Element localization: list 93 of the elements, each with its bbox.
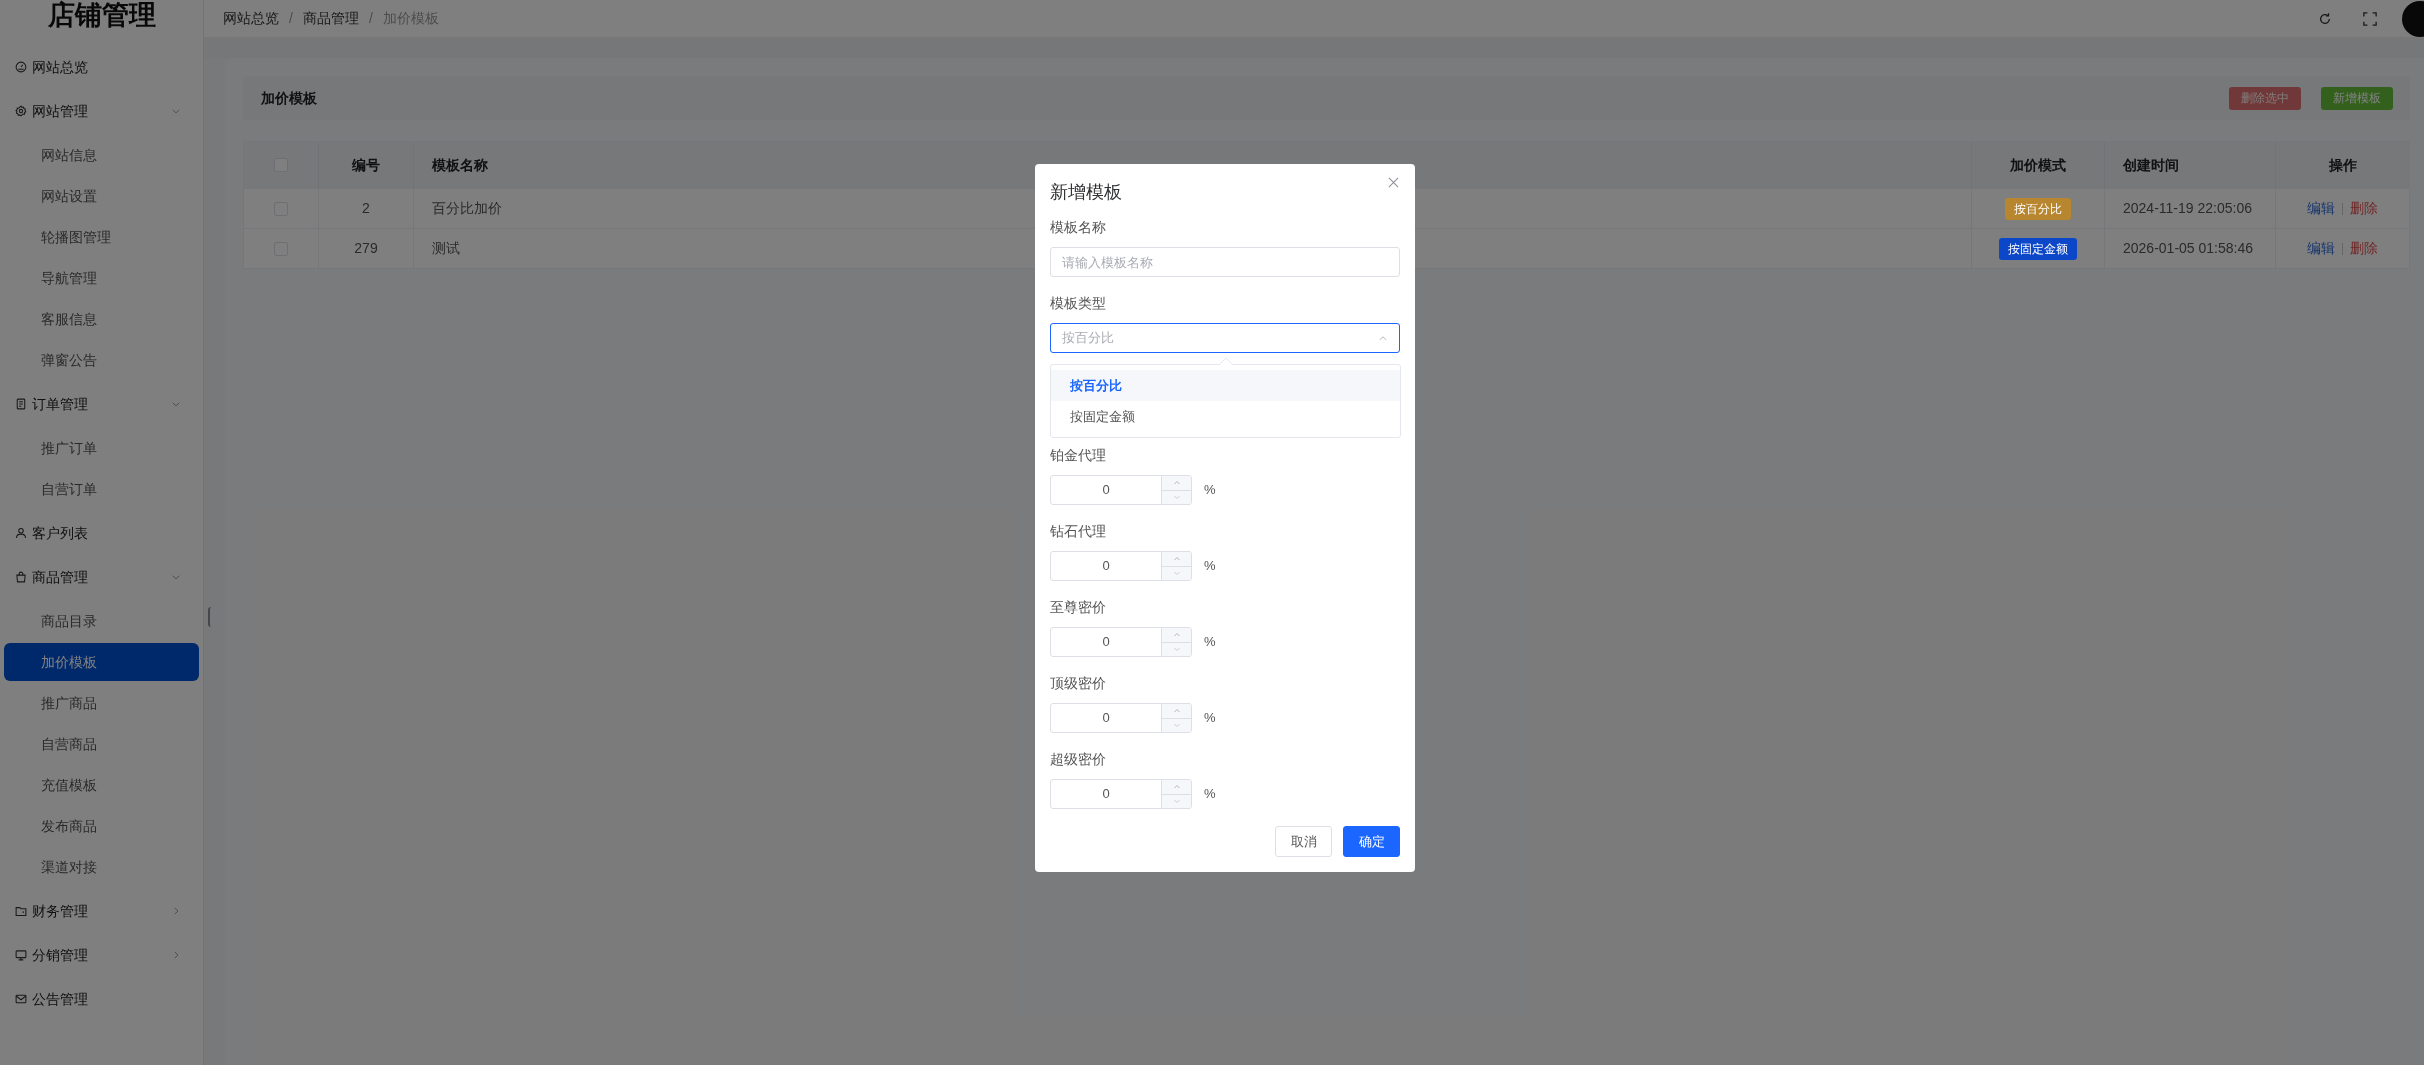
column-header: 模板名称 — [432, 155, 488, 175]
field-label: 超级密价 — [1050, 750, 1106, 768]
shopping-bag-icon — [15, 571, 27, 583]
menu-item[interactable]: 分销管理 — [4, 933, 199, 977]
submenu-item[interactable]: 充值模板 — [4, 766, 199, 804]
breadcrumb-separator: / — [368, 9, 373, 28]
table-cell-text: 2026-01-05 01:58:46 — [2123, 239, 2253, 258]
increment-icon — [1172, 554, 1181, 563]
submenu-item[interactable]: 网站信息 — [4, 136, 199, 174]
number-input[interactable]: 0 — [1050, 475, 1192, 505]
column-header: 操作 — [2328, 155, 2357, 175]
chevron-icon — [1378, 333, 1388, 343]
submenu-item[interactable]: 弹窗公告 — [4, 341, 199, 379]
text-input[interactable]: 请输入模板名称 — [1050, 247, 1400, 277]
menu-item[interactable]: 网站管理 — [4, 89, 199, 133]
field-label: 模板类型 — [1050, 294, 1106, 312]
submenu-item[interactable]: 推广订单 — [4, 429, 199, 467]
unit-label: % — [1204, 633, 1216, 652]
column-header: 创建时间 — [2123, 155, 2179, 175]
settings-icon — [15, 105, 27, 117]
submenu-item[interactable]: 自营订单 — [4, 470, 199, 508]
breadcrumb-link[interactable]: 商品管理 — [302, 8, 359, 29]
table-cell-text: 百分比加价 — [432, 199, 502, 218]
cancel-button[interactable]: 取消 — [1275, 826, 1332, 857]
unit-label: % — [1204, 481, 1216, 500]
modal-title: 新增模板 — [1050, 181, 1122, 203]
mode-tag: 按百分比 — [2005, 197, 2071, 220]
fullscreen-icon[interactable] — [2363, 11, 2377, 26]
table-cell-text: 测试 — [432, 239, 460, 258]
menu-item[interactable]: 财务管理 — [4, 889, 199, 933]
submenu-item[interactable]: 商品目录 — [4, 602, 199, 640]
document-icon — [15, 398, 27, 410]
number-input[interactable]: 0 — [1050, 703, 1192, 733]
submenu-item[interactable]: 加价模板 — [4, 643, 199, 681]
submenu-item[interactable]: 推广商品 — [4, 684, 199, 722]
select-field[interactable]: 按百分比 — [1050, 323, 1400, 353]
confirm-button[interactable]: 确定 — [1343, 826, 1400, 857]
breadcrumb-separator: / — [289, 9, 293, 28]
chevron-icon — [171, 399, 181, 409]
breadcrumb-link[interactable]: 网站总览 — [223, 8, 279, 29]
submenu-item[interactable]: 渠道对接 — [4, 848, 199, 886]
submenu-item[interactable]: 轮播图管理 — [4, 218, 199, 256]
increment-icon — [1172, 478, 1181, 487]
menu-item[interactable]: 订单管理 — [4, 382, 199, 426]
gauge-icon — [15, 61, 27, 73]
submenu-item[interactable]: 导航管理 — [4, 259, 199, 297]
menu-item[interactable]: 网站总览 — [4, 45, 199, 89]
menu-item[interactable]: 公告管理 — [4, 977, 199, 1021]
menu-item[interactable]: 客户列表 — [4, 511, 199, 555]
submenu-item[interactable]: 自营商品 — [4, 725, 199, 763]
delete-link[interactable]: 删除 — [2350, 238, 2378, 259]
close-icon[interactable] — [1388, 177, 1399, 188]
chevron-icon — [171, 106, 181, 116]
folder-icon — [15, 905, 27, 917]
dropdown-option[interactable]: 按固定金额 — [1051, 401, 1400, 432]
field-label: 铂金代理 — [1050, 446, 1106, 464]
edit-link[interactable]: 编辑 — [2307, 238, 2335, 259]
number-input[interactable]: 0 — [1050, 551, 1192, 581]
field-label: 模板名称 — [1050, 218, 1106, 236]
menu-item[interactable]: 商品管理 — [4, 555, 199, 599]
chevron-icon — [171, 572, 181, 582]
submenu-item[interactable]: 发布商品 — [4, 807, 199, 845]
unit-label: % — [1204, 785, 1216, 804]
number-input[interactable]: 0 — [1050, 779, 1192, 809]
edit-link[interactable]: 编辑 — [2307, 198, 2335, 219]
monitor-icon — [15, 949, 27, 961]
chevron-icon — [171, 950, 181, 960]
field-label: 至尊密价 — [1050, 598, 1106, 616]
sidebar-title: 店铺管理 — [46, 0, 157, 32]
number-input[interactable]: 0 — [1050, 627, 1192, 657]
dropdown-option[interactable]: 按百分比 — [1051, 370, 1400, 401]
chevron-icon — [171, 906, 181, 916]
increment-icon — [1172, 782, 1181, 791]
card-action-button[interactable]: 新增模板 — [2321, 86, 2393, 110]
card-title: 加价模板 — [261, 88, 317, 108]
unit-label: % — [1204, 557, 1216, 576]
refresh-icon[interactable] — [2318, 11, 2332, 26]
increment-icon — [1172, 630, 1181, 639]
user-icon — [15, 527, 27, 539]
table-cell-text: 2024-11-19 22:05:06 — [2123, 199, 2252, 218]
mail-icon — [15, 993, 27, 1005]
mode-tag: 按固定金额 — [1999, 237, 2077, 260]
table-cell-text: 279 — [354, 239, 378, 258]
field-label: 钻石代理 — [1050, 522, 1106, 540]
increment-icon — [1172, 706, 1181, 715]
unit-label: % — [1204, 709, 1216, 728]
column-header: 编号 — [352, 155, 380, 175]
submenu-item[interactable]: 客服信息 — [4, 300, 199, 338]
field-label: 顶级密价 — [1050, 674, 1106, 692]
column-header: 加价模式 — [2010, 155, 2066, 175]
submenu-item[interactable]: 网站设置 — [4, 177, 199, 215]
delete-link[interactable]: 删除 — [2350, 198, 2378, 219]
table-cell-text: 2 — [362, 199, 370, 218]
